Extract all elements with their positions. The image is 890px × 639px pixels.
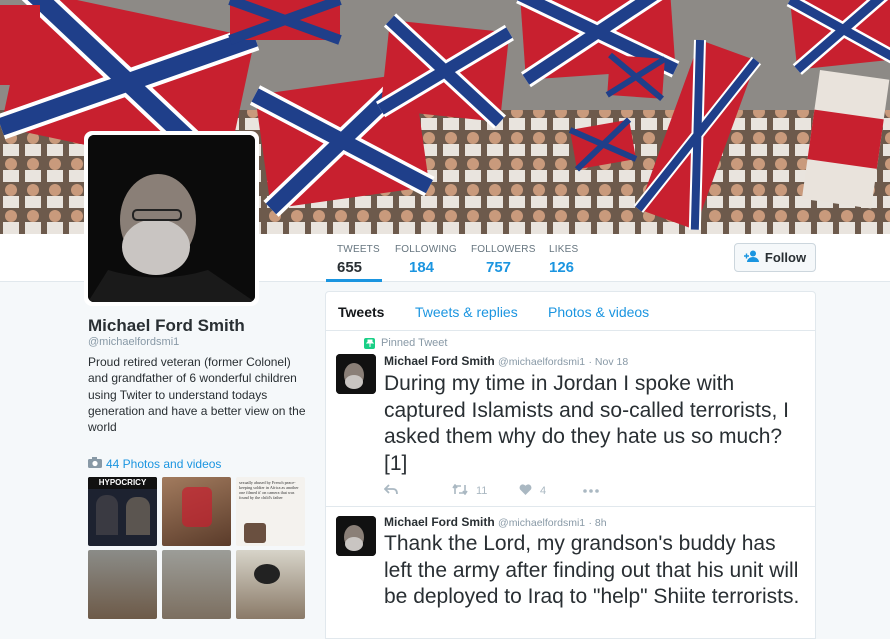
stat-following[interactable]: FOLLOWING 184 (395, 234, 457, 282)
tweet-header: Michael Ford Smith @michaelfordsmi1 · 8h (384, 515, 607, 529)
photo-grid: HYPOCRICY sexually abused by French peac… (88, 477, 305, 619)
photo-thumbnail[interactable]: HYPOCRICY (88, 477, 157, 546)
avatar-photo (88, 135, 255, 302)
tweet-author-handle[interactable]: @michaelfordsmi1 (498, 517, 585, 529)
like-button[interactable]: 4 (519, 484, 546, 498)
tweet-timestamp[interactable]: · Nov 18 (588, 356, 628, 368)
retweet-count: 11 (476, 485, 488, 497)
stat-likes-value: 126 (549, 259, 575, 276)
tweet-avatar[interactable] (336, 354, 376, 394)
photo-thumbnail[interactable] (236, 550, 305, 619)
tweet-avatar[interactable] (336, 516, 376, 556)
photos-videos-link[interactable]: 44 Photos and videos (88, 457, 221, 471)
thumb-article-text: sexually abused by French peace-keeping … (239, 480, 299, 500)
timeline: Tweets Tweets & replies Photos & videos … (325, 291, 816, 639)
tweet-text: During my time in Jordan I spoke with ca… (384, 372, 789, 475)
like-count: 4 (540, 485, 547, 497)
tweet[interactable]: Michael Ford Smith @michaelfordsmi1 · 8h… (326, 508, 815, 639)
pinned-indicator: Pinned Tweet (364, 337, 447, 349)
tweet-author-handle[interactable]: @michaelfordsmi1 (498, 356, 585, 368)
add-user-icon (743, 250, 760, 265)
stat-tweets-value: 655 (337, 259, 363, 276)
tab-tweets-replies[interactable]: Tweets & replies (415, 304, 518, 320)
tab-tweets[interactable]: Tweets (338, 304, 384, 320)
follow-button-label: Follow (764, 250, 807, 265)
tweet-text: Thank the Lord, my grandson's buddy has … (384, 532, 800, 608)
stat-followers[interactable]: FOLLOWERS 757 (471, 234, 536, 282)
stat-likes[interactable]: LIKES 126 (549, 234, 589, 282)
retweet-button[interactable]: 11 (452, 483, 488, 498)
reply-button[interactable] (383, 484, 398, 498)
photo-thumbnail[interactable] (162, 477, 231, 546)
photo-thumbnail[interactable] (88, 550, 157, 619)
photos-videos-label: 44 Photos and videos (106, 457, 222, 471)
tweet-timestamp[interactable]: · 8h (588, 517, 606, 529)
tweet-author-name[interactable]: Michael Ford Smith (384, 354, 495, 368)
stat-followers-value: 757 (486, 259, 512, 276)
reply-icon (383, 484, 398, 498)
stat-likes-label: LIKES (549, 244, 579, 255)
follow-button[interactable]: Follow (734, 243, 816, 272)
stat-following-label: FOLLOWING (395, 244, 457, 255)
tab-photos-videos[interactable]: Photos & videos (548, 304, 649, 320)
timeline-tabs: Tweets Tweets & replies Photos & videos (326, 292, 815, 331)
tweet-header: Michael Ford Smith @michaelfordsmi1 · No… (384, 354, 628, 368)
profile-bio: Proud retired veteran (former Colonel) a… (88, 355, 306, 435)
camera-icon (88, 457, 102, 471)
profile-avatar[interactable] (84, 131, 259, 306)
heart-icon (519, 484, 532, 498)
thumb-hypocricy-text: HYPOCRICY (88, 477, 157, 489)
pinned-tweet[interactable]: Pinned Tweet Michael Ford Smith @michael… (326, 332, 815, 507)
more-icon (583, 484, 599, 496)
pin-icon (364, 337, 375, 349)
pinned-label: Pinned Tweet (381, 337, 448, 349)
stat-following-value: 184 (409, 259, 435, 276)
stat-tweets-label: TWEETS (337, 244, 380, 255)
profile-handle[interactable]: @michaelfordsmi1 (88, 336, 179, 348)
stat-followers-label: FOLLOWERS (471, 244, 536, 255)
photo-thumbnail[interactable] (162, 550, 231, 619)
profile-name: Michael Ford Smith (88, 316, 245, 335)
retweet-icon (452, 483, 468, 498)
tweet-author-name[interactable]: Michael Ford Smith (384, 515, 495, 529)
more-button[interactable] (583, 484, 599, 496)
photo-thumbnail[interactable]: sexually abused by French peace-keeping … (236, 477, 305, 546)
stat-tweets[interactable]: TWEETS 655 (326, 234, 382, 282)
